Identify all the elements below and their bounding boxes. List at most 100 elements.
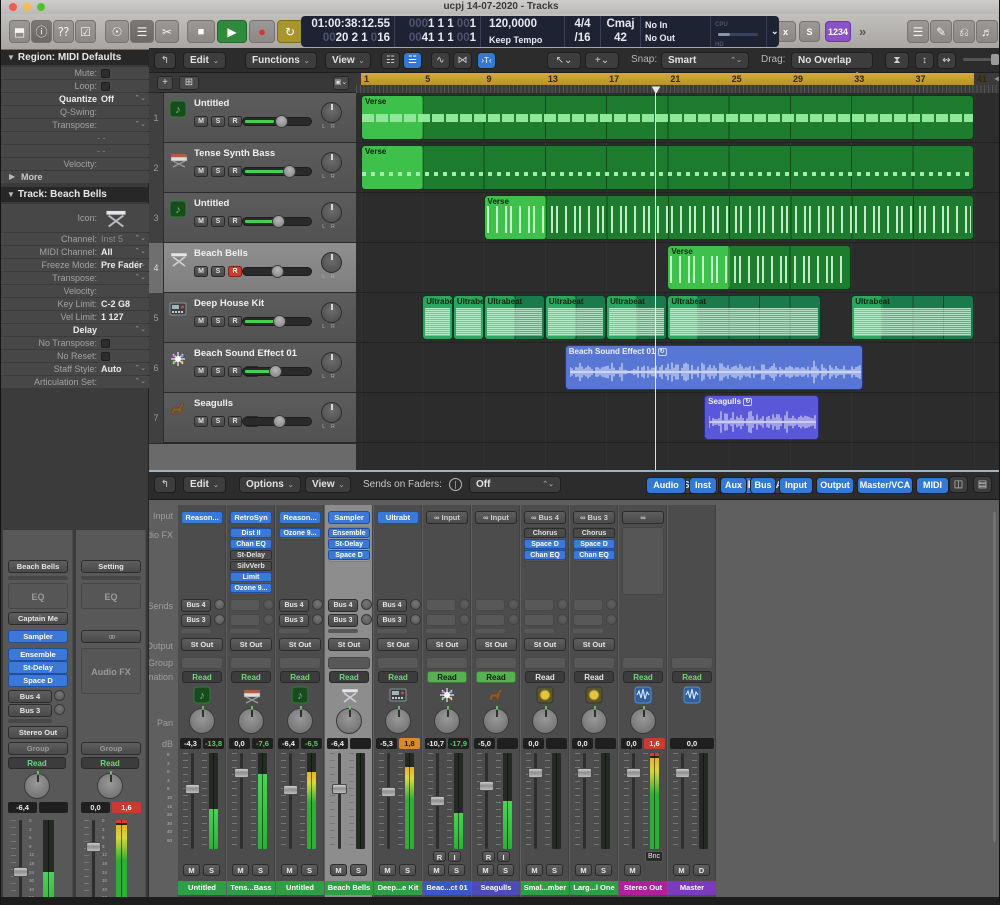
- send-button[interactable]: Bus 4: [377, 599, 407, 612]
- audio-fx-slot[interactable]: Dist II: [230, 528, 272, 538]
- track-solo-button[interactable]: S: [211, 216, 225, 227]
- peak-value[interactable]: -6,5: [301, 738, 322, 749]
- slider-thumb[interactable]: [271, 265, 284, 278]
- lcd-display[interactable]: 01:00:38:12.550020 2 1 0160001 1 1 00100…: [301, 16, 779, 47]
- automation-mode-button[interactable]: Read: [8, 757, 66, 769]
- send-button[interactable]: Bus 4: [328, 599, 358, 612]
- wide-view-icon[interactable]: ▤: [973, 476, 992, 493]
- send-empty-slot[interactable]: [524, 614, 554, 626]
- track-solo-button[interactable]: S: [211, 266, 225, 277]
- strip-mute-button[interactable]: M: [477, 864, 494, 876]
- channel-setting-button[interactable]: Setting: [81, 560, 141, 573]
- cycle-button[interactable]: ↻: [277, 20, 303, 43]
- region-green[interactable]: Verse: [667, 245, 851, 290]
- track-name[interactable]: Untitled: [194, 98, 229, 109]
- region-inspector-header[interactable]: ▼Region: MIDI Defaults: [1, 50, 149, 65]
- param-checkbox[interactable]: [101, 352, 110, 361]
- catch-playhead-icon[interactable]: ›T‹: [477, 52, 496, 69]
- track-param-row[interactable]: Key Limit:C-2 G8: [1, 298, 149, 310]
- track-icon[interactable]: [169, 300, 189, 320]
- channel-name-label[interactable]: Untitled: [178, 881, 226, 895]
- group-slot[interactable]: Group: [8, 742, 68, 755]
- track-icon[interactable]: [169, 400, 189, 420]
- track-header-3[interactable]: 3♪UntitledMSRLR: [149, 193, 356, 243]
- record-button[interactable]: ●: [249, 20, 275, 43]
- eq-display[interactable]: EQ: [8, 583, 68, 609]
- automation-icon[interactable]: ∿: [431, 52, 450, 69]
- strip-record-arm-button[interactable]: R: [433, 851, 446, 862]
- automation-mode-button[interactable]: Read: [280, 671, 320, 683]
- audio-fx-slot[interactable]: Chorus: [524, 528, 566, 538]
- vertical-zoom-thumb[interactable]: [991, 54, 999, 65]
- audio-fx-area[interactable]: [622, 527, 664, 595]
- volume-slider[interactable]: [242, 167, 312, 176]
- volume-value[interactable]: 0,0: [572, 738, 593, 749]
- param-value[interactable]: All: [101, 246, 113, 258]
- volume-value[interactable]: 0,0: [621, 738, 642, 749]
- peak-value[interactable]: 1,6: [112, 802, 141, 813]
- lcd-time[interactable]: 01:00:38:12.550020 2 1 016: [301, 16, 395, 47]
- region-teal[interactable]: Ultrabeat: [606, 295, 667, 340]
- track-icon[interactable]: ♪: [169, 100, 189, 120]
- volume-slider[interactable]: [242, 317, 312, 326]
- region-green[interactable]: Verse: [361, 95, 974, 140]
- channel-strip-11[interactable]: Read0,0MDMaster: [668, 505, 716, 897]
- send-empty-slot[interactable]: [426, 614, 456, 626]
- fader-cap[interactable]: [185, 784, 200, 794]
- channel-strip-6[interactable]: ∞ InputSt OutRead-10,7-17,9RIMSBeac...ct…: [423, 505, 471, 897]
- send-empty-slot[interactable]: [475, 614, 505, 626]
- fader-cap[interactable]: [479, 781, 494, 791]
- pan-knob[interactable]: [24, 773, 50, 799]
- group-slot[interactable]: [181, 657, 223, 669]
- fader-cap[interactable]: [332, 784, 347, 794]
- lcd-performance[interactable]: CPUHD: [711, 16, 767, 47]
- automation-mode-button[interactable]: Read: [231, 671, 271, 683]
- channel-name-label[interactable]: Tens...Bass: [227, 881, 275, 895]
- track-pan-knob[interactable]: [321, 302, 342, 323]
- channel-strip-2[interactable]: RetroSynDist IIChan EQSt-DelaySilvVerbLi…: [227, 505, 275, 897]
- input-slot[interactable]: ∞ Bus 3: [573, 511, 615, 524]
- strip-mute-button[interactable]: M: [281, 864, 298, 876]
- strip-dim-button[interactable]: D: [693, 864, 710, 876]
- track-header-2[interactable]: 2Tense Synth BassMSRLR: [149, 143, 356, 193]
- track-solo-button[interactable]: S: [211, 166, 225, 177]
- pan-knob[interactable]: [97, 773, 123, 799]
- output-slot[interactable]: St Out: [279, 638, 321, 651]
- track-mute-button[interactable]: M: [194, 166, 208, 177]
- send-empty-slot[interactable]: [573, 599, 603, 611]
- region-green[interactable]: Verse: [484, 195, 974, 240]
- mixer-scrollbar[interactable]: [993, 512, 996, 842]
- audio-fx-slot[interactable]: St-Delay: [8, 661, 68, 674]
- strip-solo-button[interactable]: S: [203, 864, 220, 876]
- automation-mode-button[interactable]: Read: [476, 671, 516, 683]
- input-slot[interactable]: Reason...: [181, 511, 223, 524]
- group-slot[interactable]: [475, 657, 517, 669]
- send-slot[interactable]: Bus 3: [8, 704, 52, 717]
- channel-strip-1[interactable]: Reason...Bus 4Bus 3St OutRead♪-4,3-13,8M…: [178, 505, 226, 897]
- popup-chevron-icon[interactable]: ⌃⌄: [134, 233, 146, 245]
- snap-value-dropdown[interactable]: Smart⌃⌄: [661, 52, 749, 69]
- popup-chevron-icon[interactable]: ⌃⌄: [134, 119, 146, 131]
- send-knob[interactable]: [214, 614, 225, 625]
- output-slot[interactable]: St Out: [426, 638, 468, 651]
- track-param-row[interactable]: Staff Style:Auto⌃⌄: [1, 363, 149, 375]
- solo-mode-button[interactable]: S: [799, 21, 820, 42]
- input-slot[interactable]: Sampler: [328, 511, 370, 524]
- region-teal[interactable]: Ultrabeat: [545, 295, 606, 340]
- mixer-filter-midi[interactable]: MIDI: [916, 477, 949, 494]
- vertical-auto-zoom-icon[interactable]: ↕: [915, 52, 934, 69]
- track-mute-button[interactable]: M: [194, 366, 208, 377]
- track-record-arm-button[interactable]: R: [228, 266, 242, 277]
- popup-chevron-icon[interactable]: ⌃⌄: [134, 259, 146, 271]
- track-name[interactable]: Untitled: [194, 198, 229, 209]
- sends-on-faders-dropdown[interactable]: Off⌃⌄: [469, 476, 561, 493]
- output-slot[interactable]: St Out: [230, 638, 272, 651]
- flex-icon[interactable]: ⋈: [453, 52, 472, 69]
- apple-loops-button[interactable]: ⎌: [953, 20, 975, 43]
- send-button[interactable]: Bus 4: [279, 599, 309, 612]
- strip-mute-button[interactable]: M: [673, 864, 690, 876]
- group-slot[interactable]: [622, 657, 664, 669]
- send-slot[interactable]: Bus 4: [8, 690, 52, 703]
- track-name[interactable]: Beach Sound Effect 01: [194, 348, 297, 359]
- pan-knob[interactable]: [434, 708, 460, 734]
